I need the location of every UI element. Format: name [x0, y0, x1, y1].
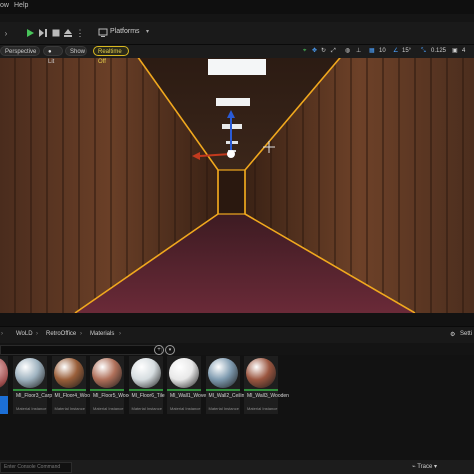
menu-item-help[interactable]: Help [14, 2, 28, 9]
breadcrumb-separator: › [36, 331, 38, 337]
material-preview-sphere [130, 358, 161, 388]
breadcrumb-separator: › [80, 331, 82, 337]
trace-icon: ⌁ [412, 464, 416, 470]
asset-name: MI_Wall2_CeilingTile [208, 393, 256, 399]
chevron-down-icon[interactable]: ▾ [165, 345, 175, 355]
menu-item-window[interactable]: ow [0, 2, 9, 9]
show-button[interactable]: Show [65, 46, 87, 56]
lit-dot-icon: ● [48, 49, 52, 55]
rotation-snap-value[interactable]: 15° [402, 46, 411, 56]
surface-snap-icon[interactable]: ⊥ [356, 46, 361, 56]
asset-tile[interactable]: MI_Floor5_WoodFloor Material Instance [90, 356, 143, 414]
asset-tile[interactable]: MI_Wall1_Woven Material Instance [167, 356, 209, 414]
asset-type: Material Instance [131, 406, 162, 411]
asset-name: MI_Wall1_Woven [170, 393, 209, 399]
camera-speed-icon[interactable]: ▣ [452, 46, 458, 56]
material-preview-sphere [207, 358, 238, 388]
asset-name: MI_Wall3_Wooden [247, 393, 289, 399]
asset-tile[interactable]: MI_Floor3_Carpet Material Instance [13, 356, 57, 414]
eject-icon[interactable] [62, 27, 74, 39]
asset-name: MI_Floor5_WoodFloor [93, 393, 143, 399]
add-filter-icon[interactable]: + [154, 345, 164, 355]
chevron-down-icon: ▾ [433, 464, 437, 470]
platforms-icon [98, 28, 108, 37]
play-icon[interactable] [24, 27, 36, 39]
chevron-down-icon: ▾ [146, 29, 150, 35]
material-preview-sphere [246, 358, 276, 388]
asset-type: Material Instance [208, 406, 239, 411]
asset-type: Material Instance [247, 406, 278, 411]
asset-tile[interactable]: MI_Floor4_WoodFloor Material Instance [51, 356, 105, 414]
level-viewport[interactable] [0, 46, 474, 313]
asset-type-color-bar [244, 389, 278, 391]
settings-gear-icon[interactable]: ⚙ [450, 331, 455, 338]
material-preview-sphere [0, 358, 8, 388]
breadcrumb-item-wold[interactable]: WoLD [16, 331, 33, 337]
more-options-icon[interactable]: ⋮ [74, 27, 86, 39]
material-preview-sphere [53, 358, 84, 388]
lit-button[interactable]: ● Lit [43, 46, 63, 65]
asset-type: Material Instance [54, 406, 85, 411]
selected-highlight [0, 396, 8, 414]
asset-type-color-bar [51, 389, 86, 391]
breadcrumb: › WoLD › RetroOffice › Materials › ⚙ Set… [0, 326, 474, 344]
asset-name: MI_Floor6_Tile [131, 393, 165, 399]
asset-type-color-bar [205, 389, 240, 391]
select-mode-icon[interactable]: ⌖ [303, 46, 306, 56]
asset-type: Material Instance [16, 406, 47, 411]
viewport-toolbar: Perspective ● Lit Show Realtime Off ⌖ ✥ … [0, 45, 474, 65]
rotation-snap-icon[interactable]: ∠ [393, 46, 398, 56]
asset-tile[interactable]: MI_Wall3_Wooden Material Instance [244, 356, 289, 414]
skip-icon[interactable] [37, 27, 49, 39]
asset-type: Material Instance [93, 406, 124, 411]
console-placeholder: Enter Console Command [4, 464, 61, 470]
asset-tile[interactable]: MI_Floor6_Tile Material Instance [128, 356, 165, 414]
scale-icon[interactable]: ⤢ [331, 46, 336, 56]
console-input[interactable]: Enter Console Command [0, 462, 72, 473]
realtime-off-button[interactable]: Realtime Off [93, 46, 129, 65]
lit-label: Lit [48, 59, 55, 65]
rotate-icon[interactable]: ↻ [321, 46, 326, 56]
material-preview-sphere [15, 358, 45, 388]
translate-icon[interactable]: ✥ [312, 46, 317, 56]
asset-name: MI_Floor3_Carpet [16, 393, 57, 399]
search-assets-input[interactable] [0, 345, 162, 355]
breadcrumb-item-retrooffice[interactable]: RetroOffice [46, 331, 76, 337]
menu-bar: ow Help [0, 0, 474, 14]
filter-row: + ▾ [0, 343, 474, 355]
material-preview-sphere [92, 358, 122, 388]
scale-snap-value[interactable]: 0.125 [431, 46, 446, 56]
world-icon[interactable]: ◍ [345, 46, 350, 56]
asset-type-color-bar [128, 389, 163, 391]
settings-label[interactable]: Setti [460, 331, 472, 337]
toolbar-chevron-icon[interactable]: › [0, 27, 12, 39]
corridor-scene [0, 46, 474, 313]
platforms-label: Platforms [110, 28, 140, 35]
scale-snap-icon[interactable]: ⤡ [421, 46, 426, 56]
asset-type: Material Instance [170, 406, 201, 411]
main-toolbar: › ⋮ Platforms ▾ [0, 22, 474, 45]
grid-snap-icon[interactable]: ▦ [369, 46, 375, 56]
asset-type-color-bar [13, 389, 47, 391]
asset-type-color-bar [167, 389, 201, 391]
asset-name: MI_Floor4_WoodFloor [54, 393, 105, 399]
perspective-button[interactable]: Perspective [0, 46, 40, 56]
material-preview-sphere [169, 358, 199, 388]
asset-tile[interactable]: MI_Wall2_CeilingTile Material Instance [205, 356, 256, 414]
breadcrumb-item-materials[interactable]: Materials [90, 331, 114, 337]
asset-type-color-bar [90, 389, 124, 391]
grid-snap-value[interactable]: 10 [379, 46, 386, 56]
breadcrumb-separator: › [119, 331, 121, 337]
breadcrumb-separator: › [1, 331, 3, 337]
asset-tile-partial[interactable] [0, 356, 8, 414]
status-bar: Enter Console Command ⌁ Trace ▾ [0, 460, 474, 474]
trace-button[interactable]: ⌁ Trace ▾ [412, 463, 437, 470]
trace-label: Trace [417, 464, 433, 470]
stop-icon[interactable] [50, 27, 62, 39]
camera-speed-value[interactable]: 4 [462, 46, 465, 56]
